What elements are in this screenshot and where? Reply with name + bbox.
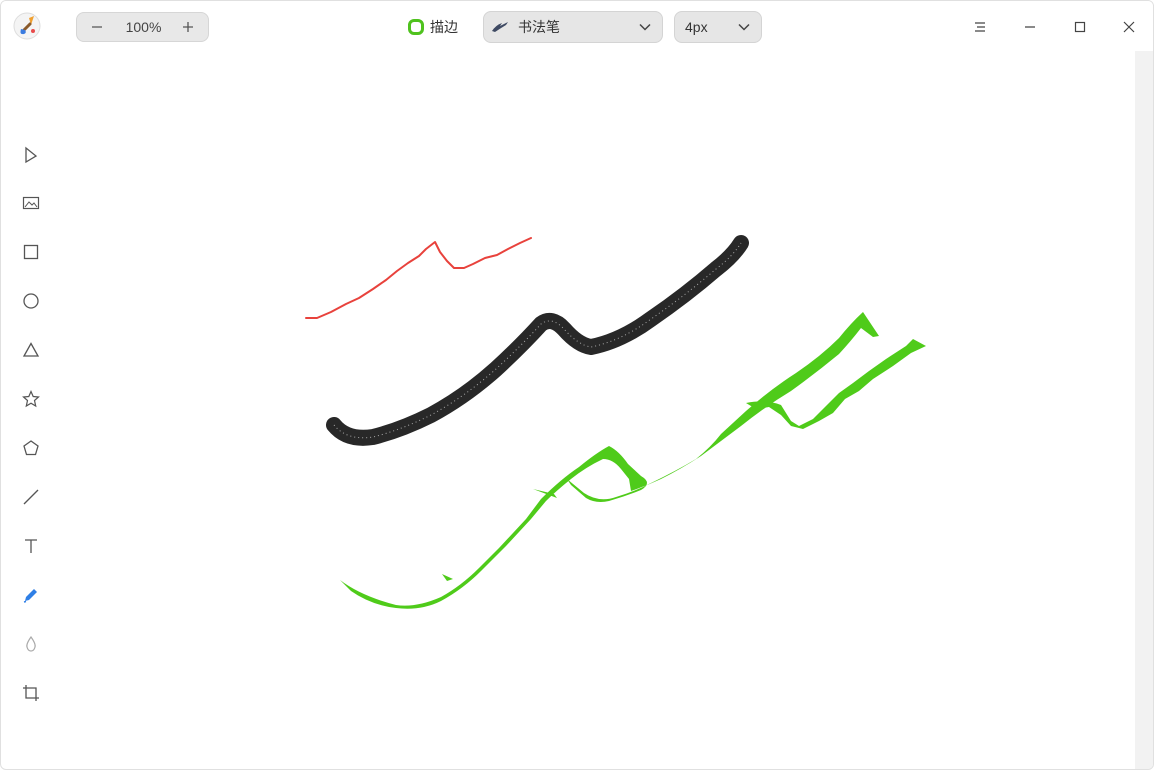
polygon-icon [23, 440, 39, 456]
text-icon [25, 539, 37, 553]
app-logo-icon [13, 12, 41, 40]
brush-size-select[interactable]: 4px [674, 11, 762, 43]
tool-polygon[interactable] [17, 434, 45, 462]
brush-size-value: 4px [685, 19, 708, 35]
tool-star[interactable] [17, 385, 45, 413]
tool-text[interactable] [17, 532, 45, 560]
maximize-button[interactable] [1065, 12, 1095, 42]
tool-image[interactable] [17, 189, 45, 217]
vertical-scrollbar[interactable] [1135, 51, 1153, 769]
red-pen-stroke [305, 237, 532, 319]
close-icon [1123, 21, 1135, 33]
pen-icon [23, 589, 37, 603]
ellipse-icon [23, 293, 39, 309]
menu-button[interactable] [965, 12, 995, 42]
minus-icon [92, 26, 102, 28]
plus-icon [183, 22, 193, 32]
maximize-icon [1074, 21, 1086, 33]
zoom-out-button[interactable] [79, 13, 115, 41]
tool-select[interactable] [17, 141, 45, 169]
stroke-checkbox[interactable] [408, 19, 424, 35]
minimize-button[interactable] [1015, 12, 1045, 42]
select-icon [25, 146, 38, 164]
stroke-label: 描边 [430, 19, 458, 35]
close-button[interactable] [1114, 12, 1144, 42]
zoom-control: 100% [76, 12, 209, 42]
triangle-icon [22, 342, 40, 357]
line-icon [23, 489, 39, 505]
tool-rectangle[interactable] [17, 238, 45, 266]
tool-ellipse[interactable] [17, 287, 45, 315]
tool-blur[interactable] [17, 630, 45, 658]
brush-type-select[interactable]: 书法笔 [483, 11, 663, 43]
rectangle-icon [23, 244, 39, 260]
drawing-canvas[interactable] [61, 51, 1135, 769]
chevron-down-icon [639, 23, 651, 31]
app-window: 100% 描边 书法笔 4px [0, 0, 1154, 770]
tool-line[interactable] [17, 483, 45, 511]
tool-crop[interactable] [17, 679, 45, 707]
crop-icon [23, 685, 39, 701]
image-icon [22, 196, 40, 210]
chevron-down-icon [738, 23, 750, 31]
brush-type-value: 书法笔 [518, 19, 560, 35]
title-bar: 100% 描边 书法笔 4px [1, 1, 1153, 51]
zoom-value[interactable]: 100% [113, 13, 174, 41]
minimize-icon [1025, 26, 1035, 28]
calligraphy-pen-icon [492, 22, 508, 32]
blur-icon [26, 635, 36, 652]
tool-triangle[interactable] [17, 336, 45, 364]
menu-icon [975, 22, 985, 32]
zoom-in-button[interactable] [170, 13, 206, 41]
stroke-toggle[interactable]: 描边 [408, 16, 458, 38]
star-icon [22, 390, 40, 408]
tool-pen[interactable] [17, 581, 45, 609]
green-calligraphy-stroke [340, 312, 926, 609]
